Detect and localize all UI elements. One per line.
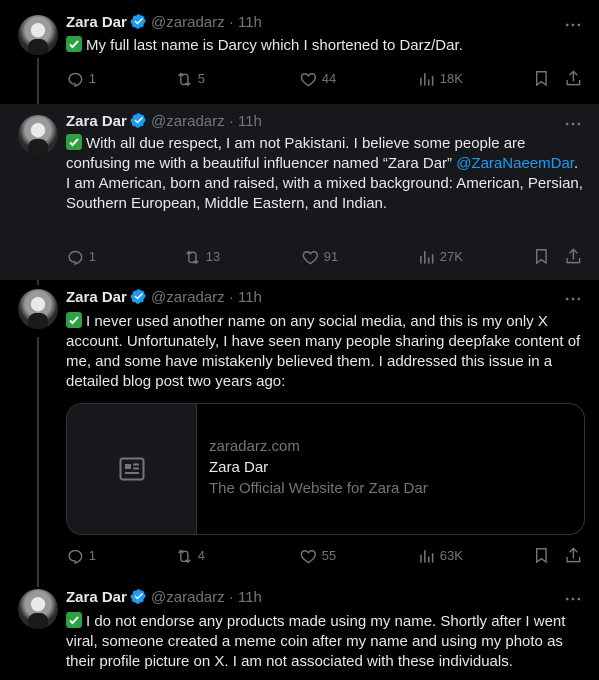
views-button[interactable]: 27K xyxy=(417,247,463,267)
tweet-actions: 1 4 55 63K xyxy=(66,546,583,566)
reply-button[interactable]: 1 xyxy=(66,69,96,89)
views-icon xyxy=(420,72,434,86)
reply-icon xyxy=(68,72,83,87)
more-icon[interactable] xyxy=(563,589,583,609)
tweet-text: I do not endorse any products made using… xyxy=(66,612,566,670)
like-count: 91 xyxy=(323,249,339,264)
tweet-header: Zara Dar @zaradarz · 11h xyxy=(66,588,262,608)
retweet-count: 5 xyxy=(197,71,205,86)
like-button[interactable]: 44 xyxy=(299,69,336,89)
article-icon xyxy=(119,457,144,481)
avatar[interactable] xyxy=(18,115,58,155)
views-button[interactable]: 63K xyxy=(417,546,463,566)
share-icon[interactable] xyxy=(564,546,583,565)
reply-count: 1 xyxy=(88,249,96,264)
separator-dot: · xyxy=(228,113,234,130)
separator-dot: · xyxy=(228,289,234,306)
mention-link[interactable]: @ZaraNaeemDar xyxy=(456,155,574,172)
retweet-button[interactable]: 13 xyxy=(183,247,220,267)
retweet-icon xyxy=(186,250,199,264)
handle[interactable]: @zaradarz xyxy=(151,289,225,306)
card-thumbnail xyxy=(67,404,197,534)
timestamp[interactable]: 11h xyxy=(238,289,262,306)
retweet-count: 13 xyxy=(205,249,221,264)
display-name[interactable]: Zara Dar xyxy=(66,113,127,130)
retweet-icon xyxy=(178,72,191,86)
tweet-text: I never used another name on any social … xyxy=(66,312,581,390)
heart-icon xyxy=(302,250,319,265)
bookmark-icon[interactable] xyxy=(532,247,551,266)
timestamp[interactable]: 11h xyxy=(238,113,262,130)
link-card[interactable]: zaradarz.com Zara Dar The Official Websi… xyxy=(66,403,585,535)
like-button[interactable]: 55 xyxy=(299,546,336,566)
views-icon xyxy=(420,549,434,563)
check-mark-icon xyxy=(66,312,82,328)
handle[interactable]: @zaradarz xyxy=(151,14,225,31)
check-mark-icon xyxy=(66,612,82,628)
like-count: 55 xyxy=(321,548,337,563)
heart-icon xyxy=(300,72,317,87)
reply-button[interactable]: 1 xyxy=(66,546,96,566)
views-count: 63K xyxy=(439,548,463,563)
tweet-header: Zara Dar @zaradarz · 11h xyxy=(66,288,262,308)
tweet[interactable]: Zara Dar @zaradarz · 11h With all due re… xyxy=(0,104,599,280)
verified-badge-icon xyxy=(130,289,146,304)
tweet-actions: 1 5 44 18K xyxy=(66,69,583,89)
tweet-header: Zara Dar @zaradarz · 11h xyxy=(66,112,262,132)
like-button[interactable]: 91 xyxy=(301,247,338,267)
retweet-button[interactable]: 4 xyxy=(175,546,205,566)
tweet[interactable]: Zara Dar @zaradarz · 11h I never used an… xyxy=(0,280,599,580)
verified-badge-icon xyxy=(130,113,146,128)
timestamp[interactable]: 11h xyxy=(238,589,262,606)
views-icon xyxy=(420,250,434,264)
retweet-count: 4 xyxy=(197,548,205,563)
heart-icon xyxy=(300,549,317,564)
display-name[interactable]: Zara Dar xyxy=(66,14,127,31)
handle[interactable]: @zaradarz xyxy=(151,113,225,130)
retweet-button[interactable]: 5 xyxy=(175,69,205,89)
bookmark-icon[interactable] xyxy=(532,69,551,88)
retweet-icon xyxy=(178,549,191,563)
like-count: 44 xyxy=(321,71,337,86)
tweet-text: With all due respect, I am not Pakistani… xyxy=(66,134,583,212)
reply-button[interactable]: 1 xyxy=(66,247,96,267)
card-domain: zaradarz.com xyxy=(209,438,300,455)
reply-icon xyxy=(68,549,83,564)
share-icon[interactable] xyxy=(564,247,583,266)
tweet-text: My full last name is Darcy which I short… xyxy=(66,36,586,56)
more-icon[interactable] xyxy=(563,114,583,134)
display-name[interactable]: Zara Dar xyxy=(66,589,127,606)
avatar[interactable] xyxy=(18,15,58,55)
bookmark-icon[interactable] xyxy=(532,546,551,565)
reply-count: 1 xyxy=(88,71,96,86)
views-button[interactable]: 18K xyxy=(417,69,463,89)
check-mark-icon xyxy=(66,134,82,150)
share-icon[interactable] xyxy=(564,69,583,88)
verified-badge-icon xyxy=(130,14,146,29)
more-icon[interactable] xyxy=(563,15,583,35)
tweet[interactable]: Zara Dar @zaradarz · 11h My full last na… xyxy=(0,0,599,104)
more-icon[interactable] xyxy=(563,289,583,309)
card-info: zaradarz.com Zara Dar The Official Websi… xyxy=(209,436,428,499)
tweet[interactable]: Zara Dar @zaradarz · 11h I do not endors… xyxy=(0,580,599,680)
tweet-actions: 1 13 91 27K xyxy=(66,247,583,267)
timestamp[interactable]: 11h xyxy=(238,14,262,31)
verified-badge-icon xyxy=(130,589,146,604)
separator-dot: · xyxy=(228,589,234,606)
avatar[interactable] xyxy=(18,289,58,329)
views-count: 27K xyxy=(439,249,463,264)
reply-count: 1 xyxy=(88,548,96,563)
handle[interactable]: @zaradarz xyxy=(151,589,225,606)
tweet-header: Zara Dar @zaradarz · 11h xyxy=(66,13,262,33)
card-title: Zara Dar xyxy=(209,459,269,476)
display-name[interactable]: Zara Dar xyxy=(66,289,127,306)
separator-dot: · xyxy=(228,14,234,31)
card-description: The Official Website for Zara Dar xyxy=(209,480,428,497)
avatar[interactable] xyxy=(18,589,58,629)
views-count: 18K xyxy=(439,71,463,86)
reply-icon xyxy=(68,250,83,265)
check-mark-icon xyxy=(66,36,82,52)
